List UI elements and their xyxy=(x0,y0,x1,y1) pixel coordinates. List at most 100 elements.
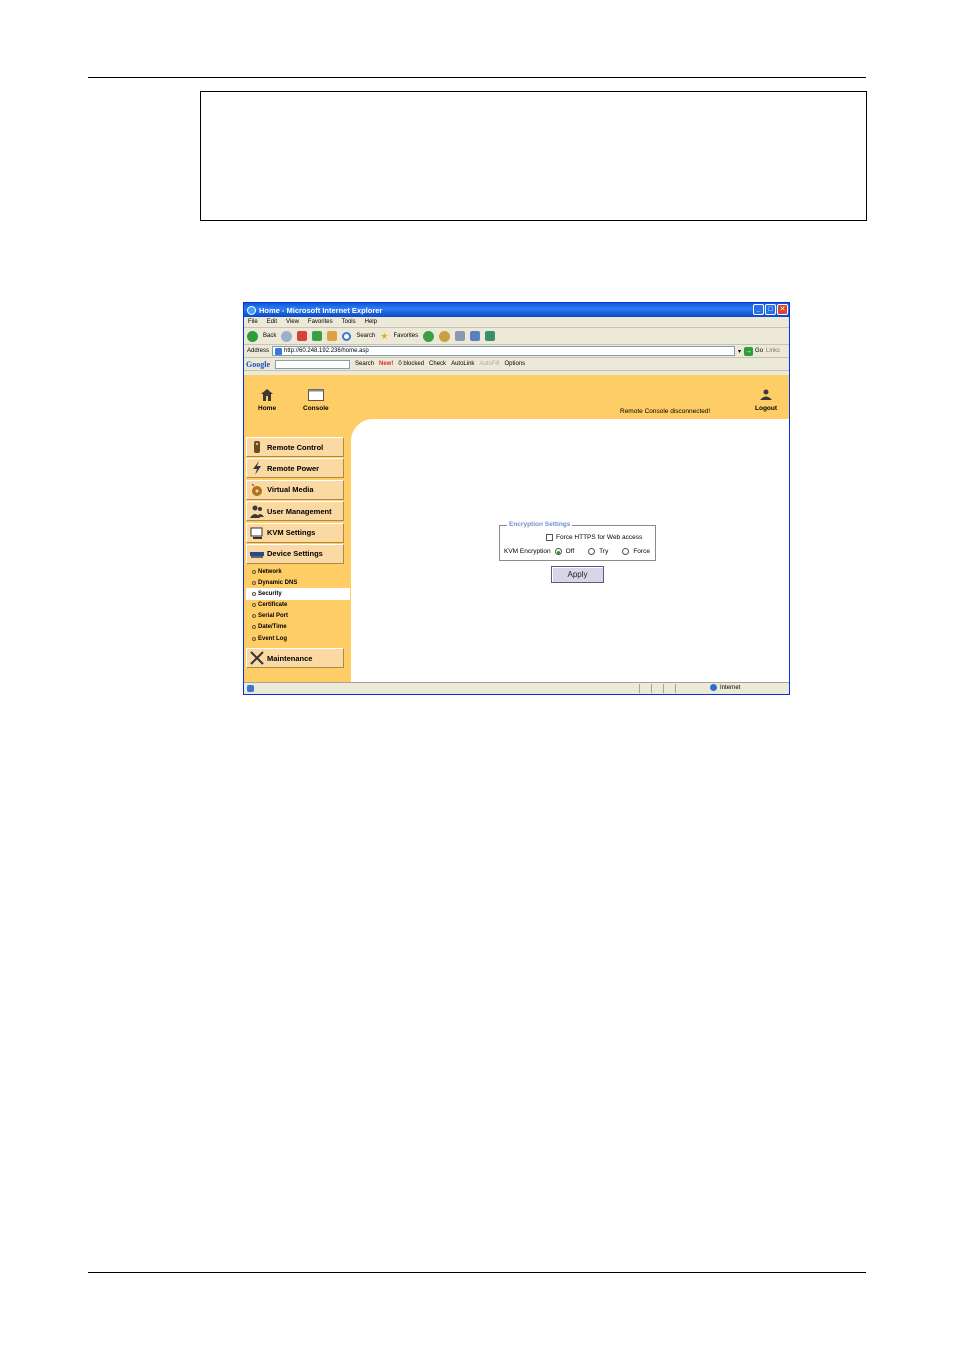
bullet-icon xyxy=(252,614,256,619)
submenu-date-time[interactable]: Date/Time xyxy=(246,622,351,633)
stop-icon[interactable] xyxy=(297,331,308,341)
page-bottom-rule xyxy=(88,1272,866,1273)
new-badge[interactable]: New! xyxy=(379,361,393,367)
menu-help[interactable]: Help xyxy=(365,319,377,325)
submenu-serial-port[interactable]: Serial Port xyxy=(246,611,351,622)
console-window-icon xyxy=(307,389,324,401)
window-title: Home - Microsoft Internet Explorer xyxy=(259,305,383,315)
address-label: Address xyxy=(247,348,270,354)
search-button[interactable]: Search xyxy=(356,333,375,339)
title-bar[interactable]: Home - Microsoft Internet Explorer _ □ ✕ xyxy=(244,303,789,317)
house-icon xyxy=(261,389,274,401)
media-icon[interactable] xyxy=(423,330,435,342)
note-box xyxy=(200,91,867,221)
menu-edit[interactable]: Edit xyxy=(267,319,277,325)
bullet-icon xyxy=(252,591,256,596)
options-button[interactable]: Options xyxy=(504,361,525,367)
home-nav[interactable]: Home xyxy=(258,389,276,412)
messenger-icon[interactable] xyxy=(485,331,496,341)
bullet-icon xyxy=(252,625,256,630)
page-status-icon xyxy=(247,685,254,692)
close-button[interactable]: ✕ xyxy=(777,304,788,315)
submenu-network[interactable]: Network xyxy=(246,566,351,577)
menu-file[interactable]: File xyxy=(248,319,258,325)
sidebar-item-maintenance[interactable]: Maintenance xyxy=(246,648,344,669)
sidebar-item-label: Remote Control xyxy=(267,442,324,452)
encryption-legend: Encryption Settings xyxy=(507,521,573,528)
bullet-icon xyxy=(252,569,256,574)
address-input[interactable]: http://60.248.192.236/home.asp xyxy=(272,346,736,356)
lightning-icon xyxy=(253,461,261,476)
bullet-icon xyxy=(252,580,256,585)
kvm-force-label: Force xyxy=(633,548,650,555)
sidebar: Remote Control Remote Power Virtual Medi… xyxy=(246,437,351,670)
submenu-label: Dynamic DNS xyxy=(258,579,298,586)
logout-label: Logout xyxy=(755,405,778,412)
google-search-button[interactable]: Search xyxy=(355,361,374,367)
console-nav[interactable]: Console xyxy=(303,389,329,412)
disc-icon xyxy=(251,483,262,496)
maximize-button[interactable]: □ xyxy=(765,304,776,315)
menu-tools[interactable]: Tools xyxy=(342,319,356,325)
go-button[interactable]: → Go xyxy=(744,346,763,356)
google-logo[interactable]: Google xyxy=(246,360,270,369)
standard-toolbar: Back Search ★ Favorites xyxy=(244,328,789,345)
sidebar-item-label: Virtual Media xyxy=(267,485,314,495)
favorites-star-icon[interactable]: ★ xyxy=(380,331,388,342)
kvm-off-label: Off xyxy=(565,548,575,555)
sidebar-item-virtual-media[interactable]: Virtual Media xyxy=(246,479,344,500)
sidebar-item-label: User Management xyxy=(267,506,332,516)
tools-icon xyxy=(250,651,264,665)
print-icon[interactable] xyxy=(455,331,466,341)
links-button[interactable]: Links xyxy=(766,348,780,354)
submenu-dynamic-dns[interactable]: Dynamic DNS xyxy=(246,577,351,588)
menu-bar: File Edit View Favorites Tools Help xyxy=(244,317,789,328)
submenu-label: Serial Port xyxy=(258,613,289,620)
popup-blocked[interactable]: 0 blocked xyxy=(398,361,424,367)
force-https-checkbox[interactable] xyxy=(546,534,553,541)
remote-control-icon xyxy=(254,441,260,453)
logout-icon xyxy=(760,389,773,400)
submenu-security[interactable]: Security xyxy=(246,588,350,600)
forward-arrow-icon[interactable] xyxy=(281,330,293,342)
kvm-try-radio[interactable] xyxy=(588,548,596,555)
sidebar-item-kvm-settings[interactable]: KVM Settings xyxy=(246,522,344,543)
kvm-off-radio[interactable] xyxy=(554,548,562,555)
menu-favorites[interactable]: Favorites xyxy=(308,319,333,325)
autolink-button[interactable]: AutoLink xyxy=(451,361,474,367)
autofill-button[interactable]: AutoFill xyxy=(479,361,499,367)
favorites-button[interactable]: Favorites xyxy=(393,333,418,339)
home-label: Home xyxy=(258,405,277,412)
go-arrow-icon: → xyxy=(744,346,754,356)
apply-button[interactable]: Apply xyxy=(551,566,604,583)
force-https-label: Force HTTPS for Web access xyxy=(556,534,643,541)
menu-view[interactable]: View xyxy=(286,319,299,325)
spell-check-button[interactable]: Check xyxy=(429,361,446,367)
logout-nav[interactable]: Logout xyxy=(755,389,777,412)
kvm-force-radio[interactable] xyxy=(622,548,630,555)
google-search-input[interactable] xyxy=(275,359,350,369)
search-icon[interactable] xyxy=(342,331,352,341)
home-icon[interactable] xyxy=(327,331,338,341)
submenu-label: Network xyxy=(258,568,282,575)
back-button[interactable]: Back xyxy=(263,333,276,339)
sidebar-item-user-management[interactable]: User Management xyxy=(246,501,344,522)
submenu-certificate[interactable]: Certificate xyxy=(246,600,351,611)
address-dropdown-icon[interactable]: ▾ xyxy=(738,348,741,355)
mail-icon[interactable] xyxy=(439,330,451,342)
submenu-event-log[interactable]: Event Log xyxy=(246,633,351,644)
google-toolbar: Google Search New! 0 blocked Check AutoL… xyxy=(244,358,789,371)
sidebar-item-label: Device Settings xyxy=(267,549,323,559)
sidebar-item-device-settings[interactable]: Device Settings xyxy=(246,543,344,564)
sidebar-item-remote-control[interactable]: Remote Control xyxy=(246,437,344,457)
edit-icon[interactable] xyxy=(470,331,481,341)
minimize-button[interactable]: _ xyxy=(753,304,764,315)
status-bar: Internet xyxy=(244,682,789,694)
page-top-rule xyxy=(88,77,866,78)
sidebar-item-remote-power[interactable]: Remote Power xyxy=(246,458,344,479)
bullet-icon xyxy=(252,636,256,641)
users-icon xyxy=(250,505,264,519)
back-arrow-icon[interactable] xyxy=(247,330,258,342)
submenu-label: Certificate xyxy=(258,602,288,609)
refresh-icon[interactable] xyxy=(312,331,323,341)
